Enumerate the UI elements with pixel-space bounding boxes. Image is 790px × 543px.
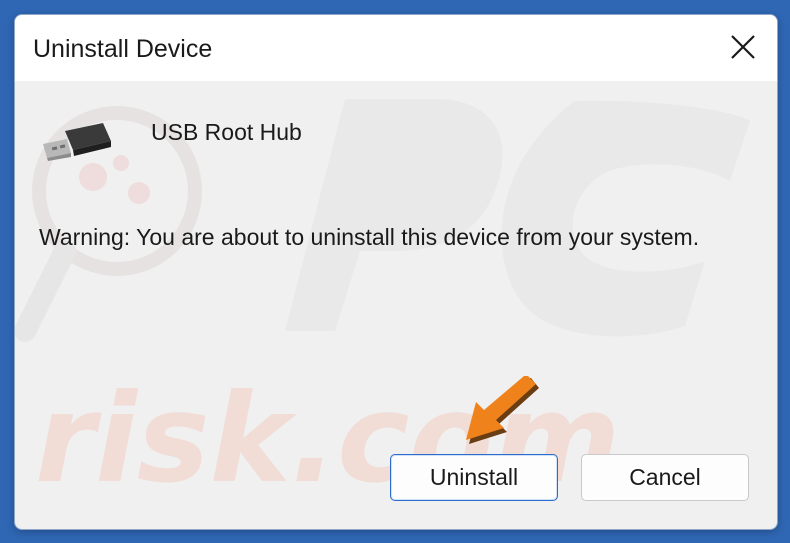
- close-icon: [731, 35, 755, 59]
- uninstall-device-dialog: Uninstall Device risk.com USB Root Hub W…: [14, 14, 778, 530]
- dialog-title: Uninstall Device: [33, 35, 213, 63]
- cancel-button[interactable]: Cancel: [581, 454, 749, 501]
- usb-connector-icon: [43, 123, 111, 161]
- uninstall-button[interactable]: Uninstall: [390, 454, 558, 501]
- close-button[interactable]: [715, 21, 771, 73]
- dialog-titlebar: Uninstall Device: [15, 15, 777, 81]
- device-name: USB Root Hub: [151, 119, 302, 145]
- warning-message: Warning: You are about to uninstall this…: [39, 224, 700, 250]
